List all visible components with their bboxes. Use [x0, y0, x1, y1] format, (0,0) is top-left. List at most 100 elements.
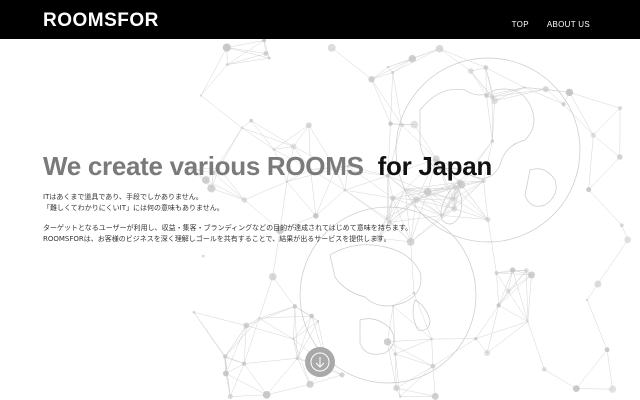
network-node — [262, 39, 267, 43]
network-link — [266, 384, 311, 396]
headline-accent: for Japan — [377, 151, 493, 181]
network-node — [586, 298, 589, 301]
network-node — [527, 271, 536, 279]
network-link — [371, 58, 413, 80]
network-link — [586, 299, 608, 350]
network-node — [257, 316, 261, 320]
network-link — [293, 125, 310, 147]
network-node — [474, 336, 478, 341]
network-link — [606, 349, 613, 390]
nav-link-about-us[interactable]: ABOUT US — [547, 20, 590, 29]
network-link — [576, 349, 608, 389]
network-link — [507, 291, 528, 322]
network-node — [383, 338, 392, 346]
network-link — [331, 47, 372, 80]
network-link — [496, 272, 509, 292]
intro-line: ITはあくまで道具であり、手段でしかありません。 — [43, 193, 203, 201]
network-node — [594, 280, 602, 288]
network-node — [617, 154, 623, 160]
network-node — [412, 291, 416, 295]
network-node — [586, 187, 592, 193]
network-link — [494, 88, 546, 101]
intro-line: 「難しくてわかりにくいIT」には何の意味もありません。 — [43, 203, 224, 212]
network-link — [266, 358, 298, 395]
network-link — [371, 79, 391, 124]
network-link — [485, 67, 525, 88]
network-node — [491, 97, 499, 105]
network-link — [388, 58, 413, 68]
mission-line: ターゲットとなるユーザーが利用し、収益・集客・ブランディングなどの目的が達成され… — [43, 224, 413, 232]
site-logo[interactable]: ROOMSFOR — [43, 10, 159, 32]
network-node — [561, 102, 566, 107]
network-link — [593, 135, 620, 158]
network-node — [430, 337, 434, 341]
network-node — [391, 304, 395, 308]
network-link — [588, 156, 621, 190]
network-link — [496, 272, 499, 306]
network-node — [241, 361, 247, 366]
network-link — [224, 357, 231, 397]
network-link — [294, 306, 298, 359]
network-link — [507, 270, 513, 292]
network-node — [339, 372, 345, 378]
network-node — [523, 268, 529, 273]
network-node — [430, 363, 436, 369]
network-link — [387, 305, 394, 342]
network-link — [227, 53, 266, 65]
nav-link-top[interactable]: TOP — [512, 20, 529, 29]
network-node — [509, 267, 516, 273]
network-link — [475, 321, 528, 339]
network-node — [192, 310, 196, 314]
network-node — [292, 304, 298, 309]
network-link — [230, 363, 245, 397]
network-node — [316, 320, 320, 323]
network-link — [392, 72, 403, 126]
headline-main: We create various ROOMS — [43, 151, 364, 181]
network-node — [262, 390, 271, 399]
network-link — [390, 72, 393, 124]
network-link — [544, 369, 577, 389]
network-link — [588, 189, 622, 226]
network-node — [309, 313, 314, 319]
network-link — [200, 95, 243, 129]
network-link — [470, 70, 487, 96]
network-link — [259, 306, 295, 319]
network-link — [272, 276, 295, 307]
network-node — [542, 86, 549, 93]
network-node — [267, 56, 271, 60]
network-node — [541, 366, 547, 372]
network-link — [410, 241, 415, 294]
network-link — [527, 321, 545, 370]
network-node — [388, 121, 393, 126]
network-node — [386, 65, 390, 69]
network-node — [494, 270, 499, 275]
network-node — [467, 68, 474, 74]
network-node — [292, 337, 295, 341]
network-link — [241, 127, 274, 150]
network-node — [249, 118, 254, 123]
network-node — [240, 126, 244, 130]
network-link — [597, 239, 628, 285]
network-node — [393, 352, 398, 356]
intro-paragraph: ITはあくまで道具であり、手段でしかありません。 「難しくてわかりにくいIT」に… — [43, 192, 492, 213]
network-node — [399, 122, 404, 128]
network-link — [294, 306, 312, 317]
network-link — [498, 270, 527, 306]
network-link — [395, 338, 432, 355]
network-node — [496, 303, 501, 308]
hero-headline: We create various ROOMS for Japan — [43, 150, 492, 182]
network-link — [593, 107, 621, 136]
mission-paragraph: ターゲットとなるユーザーが利用し、収益・集客・ブランディングなどの目的が達成され… — [43, 223, 492, 244]
network-node — [410, 120, 419, 129]
page: ROOMSFOR TOP ABOUT US We create various … — [0, 0, 640, 400]
scroll-down-button[interactable] — [305, 347, 335, 377]
network-link — [392, 48, 440, 73]
network-node — [225, 63, 229, 67]
hero-section: We create various ROOMS for Japan ITはあくまで… — [43, 150, 492, 244]
network-node — [222, 43, 231, 52]
network-link — [224, 318, 260, 358]
network-node — [490, 139, 495, 143]
network-node — [608, 385, 617, 393]
network-node — [590, 132, 596, 138]
network-link — [498, 305, 528, 322]
